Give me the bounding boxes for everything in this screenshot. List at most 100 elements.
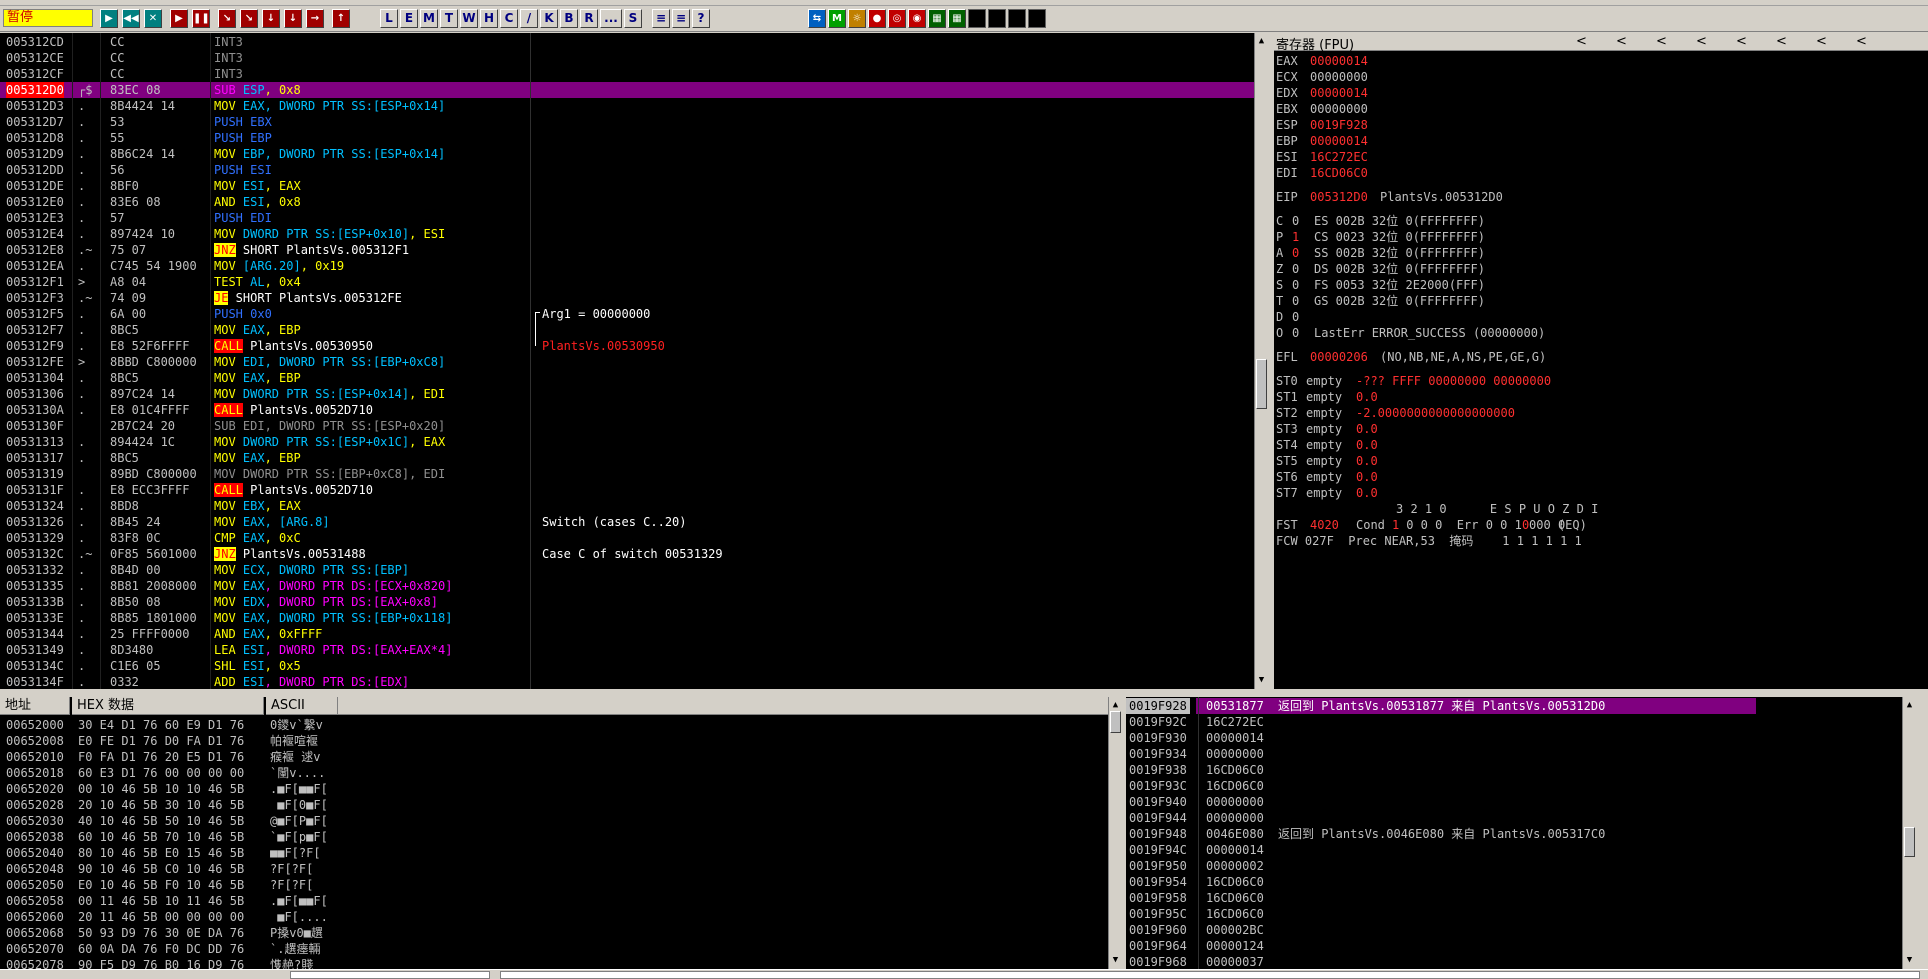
toolbar-plugin-button[interactable]: M (828, 9, 846, 28)
disasm-row[interactable]: 005312E8 .~ 75 07 JNZ SHORT PlantsVs.005312… (0, 242, 530, 258)
dump-row[interactable]: 00652050 E0 10 46 5B F0 10 46 5B ?F[?F[ (0, 877, 1108, 893)
stack-row[interactable]: 0019F944 00000000 (1126, 810, 1902, 826)
dump-row[interactable]: 00652078 90 F5 D9 76 B0 16 D9 76 愯赩?賤 (0, 957, 1108, 969)
register-nav-arrow-icon[interactable]: < (1736, 34, 1747, 49)
disasm-row[interactable]: 0053134F. 0332 ADD ESI, DWORD PTR DS:[EDX] (0, 674, 530, 689)
disasm-row[interactable]: 005312D9. 8B6C24 14 MOV EBP, DWORD PTR SS:… (0, 146, 530, 162)
toolbar-letter-button[interactable]: / (520, 9, 538, 28)
toolbar-letter-button[interactable]: E (400, 9, 418, 28)
toolbar-letter-button[interactable]: ... (600, 9, 622, 28)
stack-row[interactable]: 0019F958 16CD06C0 (1126, 890, 1902, 906)
toolbar-button[interactable]: ▶ (100, 9, 118, 28)
disasm-row[interactable]: 0053130F 2B7C24 20 SUB EDI, DWORD PTR SS:[… (0, 418, 530, 434)
scroll-thumb[interactable] (1110, 711, 1121, 733)
toolbar-letter-button[interactable]: W (460, 9, 478, 28)
toolbar-placeholder[interactable] (1008, 9, 1026, 28)
disasm-row[interactable]: 00531306. 897C24 14 MOV DWORD PTR SS:[ESP+… (0, 386, 530, 402)
toolbar-letter-button[interactable]: K (540, 9, 558, 28)
register-nav-arrow-icon[interactable]: < (1816, 34, 1827, 49)
toolbar-letter-button[interactable]: C (500, 9, 518, 28)
stack-row[interactable]: 0019F930 00000014 (1126, 730, 1902, 746)
disasm-row[interactable]: 005312E4. 897424 10 MOV DWORD PTR SS:[ESP+… (0, 226, 530, 242)
disasm-row[interactable]: 0053133E. 8B85 1801000 MOV EAX, DWORD PTR … (0, 610, 530, 626)
toolbar-button[interactable]: ↘ (240, 9, 258, 28)
toolbar-button[interactable]: ↓ (284, 9, 302, 28)
scroll-thumb[interactable] (1904, 827, 1915, 857)
stack-row[interactable]: 0019F948 0046E080 返回到 PlantsVs.0046E080 来自… (1126, 826, 1902, 842)
register-nav-arrow-icon[interactable]: < (1616, 34, 1627, 49)
toolbar-placeholder[interactable] (988, 9, 1006, 28)
toolbar-button[interactable]: ↓ (262, 9, 280, 28)
scroll-down-arrow-icon[interactable]: ▼ (1904, 953, 1915, 967)
toolbar-plugin-button[interactable]: ▦ (948, 9, 966, 28)
disasm-row[interactable]: 0053132C .~ 0F85 5601000 JNZ PlantsVs.00531… (0, 546, 530, 562)
toolbar-option-button[interactable]: ≡ (672, 9, 690, 28)
toolbar-plugin-button[interactable]: ◉ (908, 9, 926, 28)
toolbar-button[interactable]: ❚❚ (192, 9, 210, 28)
register-nav-arrow-icon[interactable]: < (1696, 34, 1707, 49)
stack-row[interactable]: 0019F964 00000124 (1126, 938, 1902, 954)
disasm-row[interactable]: 005312DD. 56 PUSH ESI (0, 162, 530, 178)
command-input[interactable] (290, 971, 490, 979)
stack-row[interactable]: 0019F94C 00000014 (1126, 842, 1902, 858)
dump-row[interactable]: 00652018 60 E3 D1 76 00 00 00 00 `闉v.... (0, 765, 1108, 781)
toolbar-plugin-button[interactable]: ● (868, 9, 886, 28)
stack-row[interactable]: 0019F960 000002BC (1126, 922, 1902, 938)
register-nav-arrow-icon[interactable]: < (1776, 34, 1787, 49)
stack-row[interactable]: 0019F93C 16CD06C0 (1126, 778, 1902, 794)
dump-row[interactable]: 00652010 F0 FA D1 76 20 E5 D1 76 瘊褗 逑v (0, 749, 1108, 765)
toolbar-letter-button[interactable]: R (580, 9, 598, 28)
register-nav-arrow-icon[interactable]: < (1856, 34, 1867, 49)
dump-row[interactable]: 00652038 60 10 46 5B 70 10 46 5B `■F[p■F[ (0, 829, 1108, 845)
dump-row[interactable]: 00652008 E0 FE D1 76 D0 FA D1 76 帕褗喧褗 (0, 733, 1108, 749)
disasm-row[interactable]: 005312F5. 6A 00 PUSH 0x0 (0, 306, 530, 322)
dump-row[interactable]: 00652068 50 93 D9 76 30 0E DA 76 P搡v0■趩 (0, 925, 1108, 941)
stack-row[interactable]: 0019F940 00000000 (1126, 794, 1902, 810)
scroll-down-arrow-icon[interactable]: ▼ (1110, 953, 1121, 967)
dump-scrollbar[interactable]: ▲ ▼ (1108, 697, 1122, 969)
stack-row[interactable]: 0019F954 16CD06C0 (1126, 874, 1902, 890)
stack-scrollbar[interactable]: ▲ ▼ (1902, 697, 1916, 969)
scroll-down-arrow-icon[interactable]: ▼ (1256, 673, 1267, 687)
toolbar-option-button[interactable]: ? (692, 9, 710, 28)
toolbar-letter-button[interactable]: B (560, 9, 578, 28)
toolbar-button[interactable]: ◀◀ (122, 9, 140, 28)
dump-row[interactable]: 00652058 00 11 46 5B 10 11 46 5B .■F[■■F[ (0, 893, 1108, 909)
dump-row[interactable]: 00652040 80 10 46 5B E0 15 46 5B ■■F[?F[ (0, 845, 1108, 861)
stack-row[interactable]: 0019F92C 16C272EC (1126, 714, 1902, 730)
disasm-row[interactable]: 00531344. 25 FFFF0000 AND EAX, 0xFFFF (0, 626, 530, 642)
toolbar-letter-button[interactable]: L (380, 9, 398, 28)
stack-row[interactable]: 0019F938 16CD06C0 (1126, 762, 1902, 778)
disasm-row[interactable]: 005312FE >8BBD C800000 MOV EDI, DWORD PTR … (0, 354, 530, 370)
toolbar-button[interactable]: → (306, 9, 324, 28)
toolbar-button[interactable]: ↘ (218, 9, 236, 28)
scroll-up-arrow-icon[interactable]: ▲ (1256, 34, 1267, 48)
dump-column-header[interactable]: HEX 数据 (72, 697, 264, 715)
disasm-row[interactable]: 00531313. 894424 1C MOV DWORD PTR SS:[ESP+… (0, 434, 530, 450)
scroll-thumb[interactable] (1256, 359, 1267, 409)
toolbar-placeholder[interactable] (1028, 9, 1046, 28)
disasm-row[interactable]: 0053130A. E8 01C4FFFF CALL PlantsVs.0052D7… (0, 402, 530, 418)
toolbar-option-button[interactable]: ≡ (652, 9, 670, 28)
disasm-row[interactable]: 005312D8. 55 PUSH EBP (0, 130, 530, 146)
scroll-up-arrow-icon[interactable]: ▲ (1110, 698, 1121, 712)
disasm-row[interactable]: 005312DE. 8BF0 MOV ESI, EAX (0, 178, 530, 194)
disasm-row[interactable]: 0053131F. E8 ECC3FFFF CALL PlantsVs.0052D7… (0, 482, 530, 498)
disasm-row[interactable]: 0053134C. C1E6 05 SHL ESI, 0x5 (0, 658, 530, 674)
toolbar-letter-button[interactable]: H (480, 9, 498, 28)
disasm-row[interactable]: 005312F1 > A8 04 TEST AL, 0x4 (0, 274, 530, 290)
dump-row[interactable]: 00652070 60 0A DA 76 F0 DC DD 76 `.趩瘗輛 (0, 941, 1108, 957)
disasm-row[interactable]: 00531326. 8B45 24 MOV EAX, [ARG.8] (0, 514, 530, 530)
stack-row[interactable]: 0019F95C 16CD06C0 (1126, 906, 1902, 922)
disassembly-pane[interactable]: 005312CD CC INT3 005312CE CC INT3 005312CF CC IN… (0, 33, 1254, 689)
disasm-row[interactable]: 00531329. 83F8 0C CMP EAX, 0xC (0, 530, 530, 546)
dump-row[interactable]: 00652020 00 10 46 5B 10 10 46 5B .■F[■■F[ (0, 781, 1108, 797)
disasm-row[interactable]: 005312F3 .~ 74 09 JE SHORT PlantsVs.005312F… (0, 290, 530, 306)
disasm-row[interactable]: 005312D0 ┌$ 83EC 08 SUB ESP, 0x8 (0, 82, 1254, 98)
stack-pane[interactable]: 0019F928 00531877 返回到 PlantsVs.00531877 来自… (1126, 697, 1902, 969)
dump-column-header[interactable]: 地址 (0, 697, 70, 715)
stack-row[interactable]: 0019F950 00000002 (1126, 858, 1902, 874)
toolbar-button[interactable]: ✕ (144, 9, 162, 28)
register-nav-arrow-icon[interactable]: < (1656, 34, 1667, 49)
stack-row[interactable]: 0019F968 00000037 (1126, 954, 1902, 969)
